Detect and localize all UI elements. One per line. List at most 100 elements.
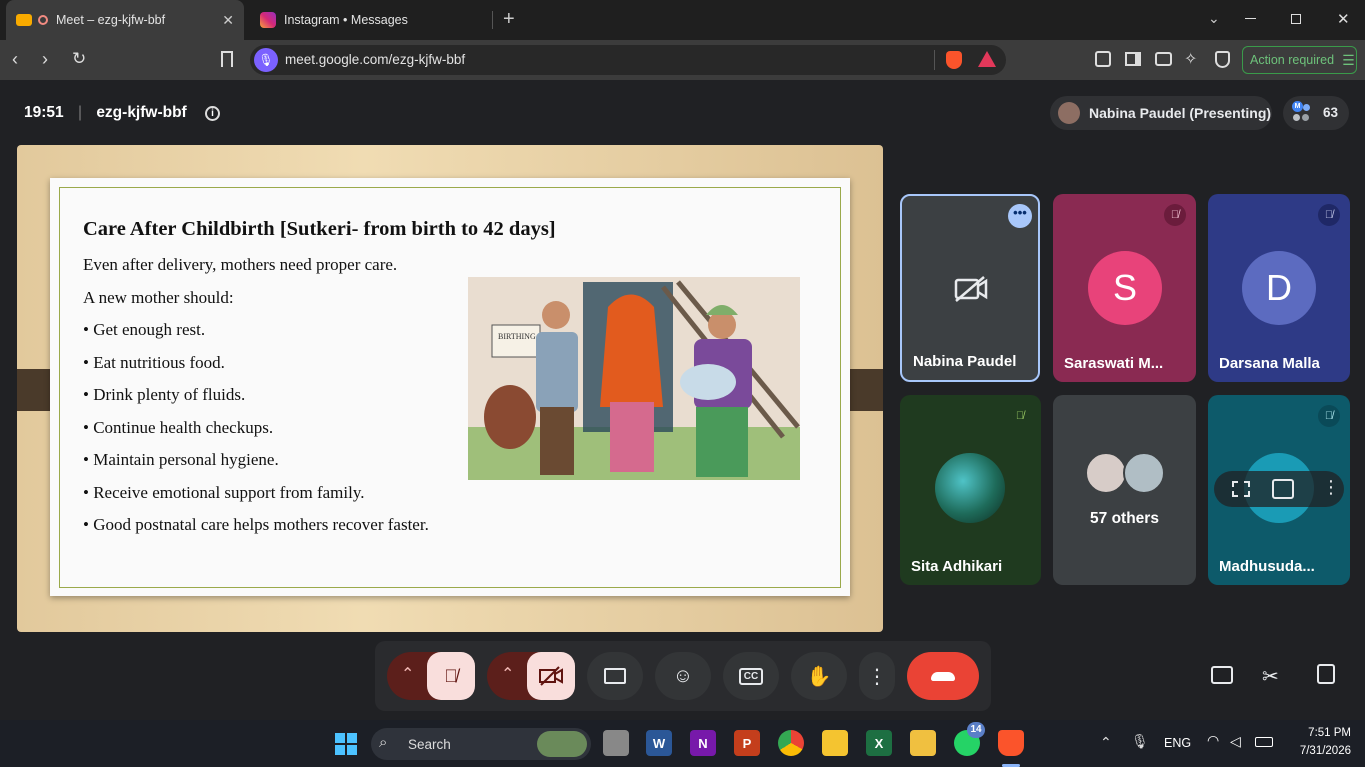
clock-date[interactable]: 7/31/2026 xyxy=(1283,745,1351,757)
start-icon[interactable] xyxy=(335,733,357,755)
participant-name: Darsana Malla xyxy=(1219,355,1320,372)
taskbar-search[interactable]: ⌕ Search xyxy=(371,728,591,760)
clock-time[interactable]: 7:51 PM xyxy=(1289,727,1351,739)
action-required-button[interactable]: Action required ☰ xyxy=(1242,46,1357,74)
participant-tile-nabina[interactable]: ••• Nabina Paudel xyxy=(900,194,1040,382)
meet-favicon-icon xyxy=(16,14,32,26)
excel-icon[interactable]: X xyxy=(866,730,892,756)
camera-control-group: ⌃ xyxy=(487,652,575,700)
more-vert-icon: ⋮ xyxy=(867,665,887,688)
slide-bullet: • Maintain personal hygiene. xyxy=(83,450,279,469)
bookmark-icon[interactable] xyxy=(221,51,233,67)
mic-options-chevron-icon[interactable]: ⌃ xyxy=(401,664,414,684)
participant-name: Sita Adhikari xyxy=(911,558,1003,575)
divider xyxy=(934,50,935,70)
task-view-icon[interactable] xyxy=(603,730,629,756)
url-text[interactable]: meet.google.com/ezg-kjfw-bbf xyxy=(285,52,465,67)
raise-hand-button[interactable]: ✋ xyxy=(791,652,847,700)
hand-icon: ✋ xyxy=(806,665,832,688)
captions-button[interactable]: CC xyxy=(723,652,779,700)
avatar xyxy=(1085,452,1127,494)
participants-button[interactable]: M 63 xyxy=(1283,96,1349,130)
more-vert-icon[interactable]: ⋮ xyxy=(1322,477,1340,498)
reload-icon[interactable]: ↻ xyxy=(72,49,86,69)
more-options-icon[interactable]: ••• xyxy=(1008,204,1032,228)
camera-options-chevron-icon[interactable]: ⌃ xyxy=(501,664,514,684)
wifi-icon[interactable]: ◠ xyxy=(1207,732,1219,749)
menu-icon: ☰ xyxy=(1342,51,1355,68)
slide-bullet: • Receive emotional support from family. xyxy=(83,483,365,502)
new-tab-icon[interactable]: + xyxy=(503,8,515,31)
muted-mic-icon: 🎙̸ xyxy=(1164,204,1186,226)
presentation-slide: Care After Childbirth [Sutkeri- from bir… xyxy=(17,145,883,632)
host-controls-icon[interactable] xyxy=(1317,664,1335,684)
pin-icon[interactable] xyxy=(1272,479,1294,499)
leo-ai-icon[interactable]: ✧ xyxy=(1184,49,1197,69)
brave-rewards-icon[interactable] xyxy=(978,51,996,67)
leave-call-button[interactable] xyxy=(907,652,979,700)
camera-off-button[interactable] xyxy=(527,652,575,700)
present-screen-button[interactable] xyxy=(587,652,643,700)
meet-view: 19:51 | ezg-kjfw-bbf i Nabina Paudel (Pr… xyxy=(0,80,1365,720)
photos-icon[interactable] xyxy=(910,730,936,756)
whatsapp-icon[interactable]: 14 xyxy=(954,722,985,756)
brave-shields-icon[interactable] xyxy=(946,51,962,69)
participant-avatar-small xyxy=(1303,104,1310,111)
volume-icon[interactable]: ◁ xyxy=(1230,733,1241,750)
activities-icon[interactable]: ✂ xyxy=(1262,664,1279,689)
back-icon[interactable]: ‹ xyxy=(12,49,18,70)
extensions-icon[interactable] xyxy=(1095,51,1111,67)
sidebar-icon[interactable] xyxy=(1125,52,1141,66)
battery-icon[interactable] xyxy=(1255,737,1273,747)
language-indicator[interactable]: ENG xyxy=(1164,736,1191,750)
avatar: S xyxy=(1088,251,1162,325)
microphone-icon[interactable]: 🎙 xyxy=(1131,733,1149,750)
participant-avatar-small xyxy=(1302,114,1309,121)
tab-instagram[interactable]: Instagram • Messages xyxy=(252,0,492,40)
chrome-icon[interactable] xyxy=(778,730,804,756)
word-icon[interactable]: W xyxy=(646,730,672,756)
presenter-chip[interactable]: Nabina Paudel (Presenting) xyxy=(1050,96,1272,130)
forward-icon[interactable]: › xyxy=(42,49,48,70)
tab-meet[interactable]: Meet – ezg-kjfw-bbf ✕ xyxy=(6,0,244,40)
onenote-icon[interactable]: N xyxy=(690,730,716,756)
others-count: 57 others xyxy=(1090,510,1159,527)
chat-icon[interactable] xyxy=(1211,666,1233,684)
tab-title: Meet – ezg-kjfw-bbf xyxy=(56,13,166,27)
slide-bullet: • Continue health checkups. xyxy=(83,418,274,437)
meeting-info-icon[interactable]: i xyxy=(205,106,221,121)
brave-icon[interactable] xyxy=(998,730,1024,756)
reactions-button[interactable]: ☺ xyxy=(655,652,711,700)
meeting-time: 19:51 xyxy=(24,104,64,121)
wallet-icon[interactable] xyxy=(1155,52,1172,66)
vpn-shield-icon[interactable] xyxy=(1215,51,1230,68)
maximize-icon[interactable] xyxy=(1291,14,1301,24)
file-explorer-icon[interactable] xyxy=(822,730,848,756)
minimize-icon[interactable] xyxy=(1245,18,1256,19)
muted-mic-icon: 🎙̸ xyxy=(1015,410,1025,422)
muted-mic-icon: 🎙̸ xyxy=(1318,405,1340,427)
participant-tile-madhusudan[interactable]: 🎙̸ ⋮ Madhusuda... xyxy=(1208,395,1350,585)
tab-divider xyxy=(492,11,493,29)
close-window-icon[interactable]: ✕ xyxy=(1337,10,1350,28)
powerpoint-icon[interactable]: P xyxy=(734,730,760,756)
others-tile[interactable]: 57 others xyxy=(1053,395,1196,585)
more-options-button[interactable]: ⋮ xyxy=(859,652,895,700)
camera-off-icon xyxy=(539,666,563,686)
close-tab-icon[interactable]: ✕ xyxy=(222,12,234,29)
participant-name: Saraswati M... xyxy=(1064,355,1164,372)
system-tray-chevron-icon[interactable]: ⌃ xyxy=(1100,734,1112,751)
participant-tile-darsana[interactable]: 🎙̸ D Darsana Malla xyxy=(1208,194,1350,382)
browser-toolbar: ‹ › ↻ 🎙 meet.google.com/ezg-kjfw-bbf ✧ A… xyxy=(0,40,1365,80)
avatar xyxy=(1123,452,1165,494)
mic-off-button[interactable]: 🎙̸ xyxy=(427,652,475,700)
frame-icon[interactable] xyxy=(1232,481,1250,497)
participant-tile-sita[interactable]: 🎙̸ Sita Adhikari xyxy=(900,395,1041,585)
tab-search-chevron-icon[interactable]: ⌄ xyxy=(1208,10,1220,27)
participant-avatar-small xyxy=(1293,114,1300,121)
microphone-permission-icon[interactable]: 🎙 xyxy=(254,48,278,72)
camera-off-icon xyxy=(954,276,988,302)
address-bar[interactable]: 🎙 meet.google.com/ezg-kjfw-bbf xyxy=(250,45,1006,75)
search-label: Search xyxy=(408,737,451,752)
participant-tile-saraswati[interactable]: 🎙̸ S Saraswati M... xyxy=(1053,194,1196,382)
